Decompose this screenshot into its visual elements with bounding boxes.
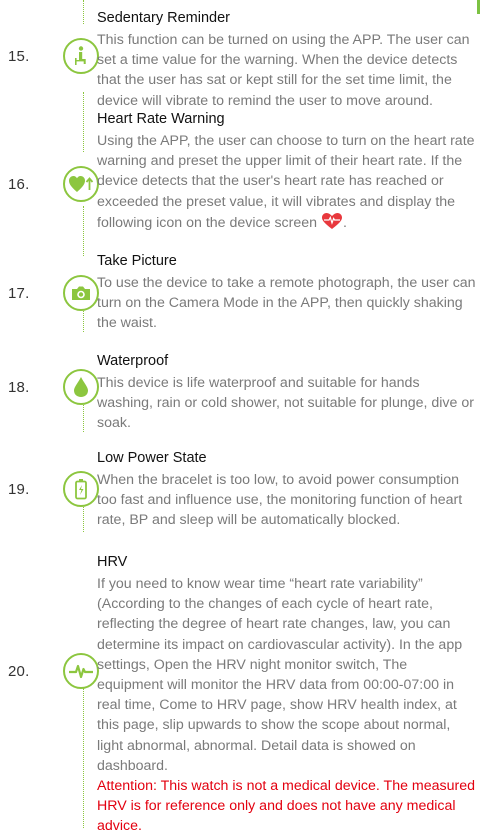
timeline-line (83, 0, 84, 24)
section-body: This function can be turned on using the… (97, 32, 470, 109)
section-sedentary-reminder: Sedentary Reminder This function can be … (97, 9, 477, 111)
section-title: HRV (97, 554, 128, 570)
heartbeat-pulse-icon (63, 653, 99, 689)
section-number: 20. (8, 663, 30, 680)
water-drop-icon (63, 369, 99, 405)
section-heart-rate-warning: Heart Rate Warning Using the APP, the us… (97, 110, 477, 236)
battery-icon (63, 471, 99, 507)
heart-rate-alert-icon (321, 212, 343, 236)
section-number: 15. (8, 48, 30, 65)
section-body: This device is life waterproof and suita… (97, 375, 474, 432)
sedentary-person-icon (63, 38, 99, 74)
section-title: Low Power State (97, 450, 207, 466)
section-title: Sedentary Reminder (97, 10, 230, 26)
section-body: To use the device to take a remote photo… (97, 275, 476, 332)
section-title: Waterproof (97, 353, 169, 369)
section-low-power-state: Low Power State When the bracelet is too… (97, 449, 477, 531)
section-number: 16. (8, 176, 30, 193)
timeline-line (83, 206, 84, 256)
section-body-text: Using the APP, the user can choose to tu… (97, 133, 475, 231)
camera-icon (63, 275, 99, 311)
section-waterproof: Waterproof This device is life waterproo… (97, 352, 477, 434)
section-body-suffix: . (343, 214, 347, 231)
section-number: 18. (8, 379, 30, 396)
section-title: Take Picture (97, 253, 177, 269)
section-number: 17. (8, 285, 30, 302)
section-title: Heart Rate Warning (97, 111, 225, 127)
section-take-picture: Take Picture To use the device to take a… (97, 252, 477, 334)
section-body: Using the APP, the user can choose to tu… (97, 131, 477, 236)
timeline-line (83, 92, 84, 152)
heart-rate-up-icon (63, 166, 99, 202)
timeline-line (83, 688, 84, 828)
section-hrv: HRV If you need to know wear time “heart… (97, 553, 477, 837)
section-body: If you need to know wear time “heart rat… (97, 576, 463, 774)
section-number: 19. (8, 481, 30, 498)
section-body: When the bracelet is too low, to avoid p… (97, 472, 463, 529)
